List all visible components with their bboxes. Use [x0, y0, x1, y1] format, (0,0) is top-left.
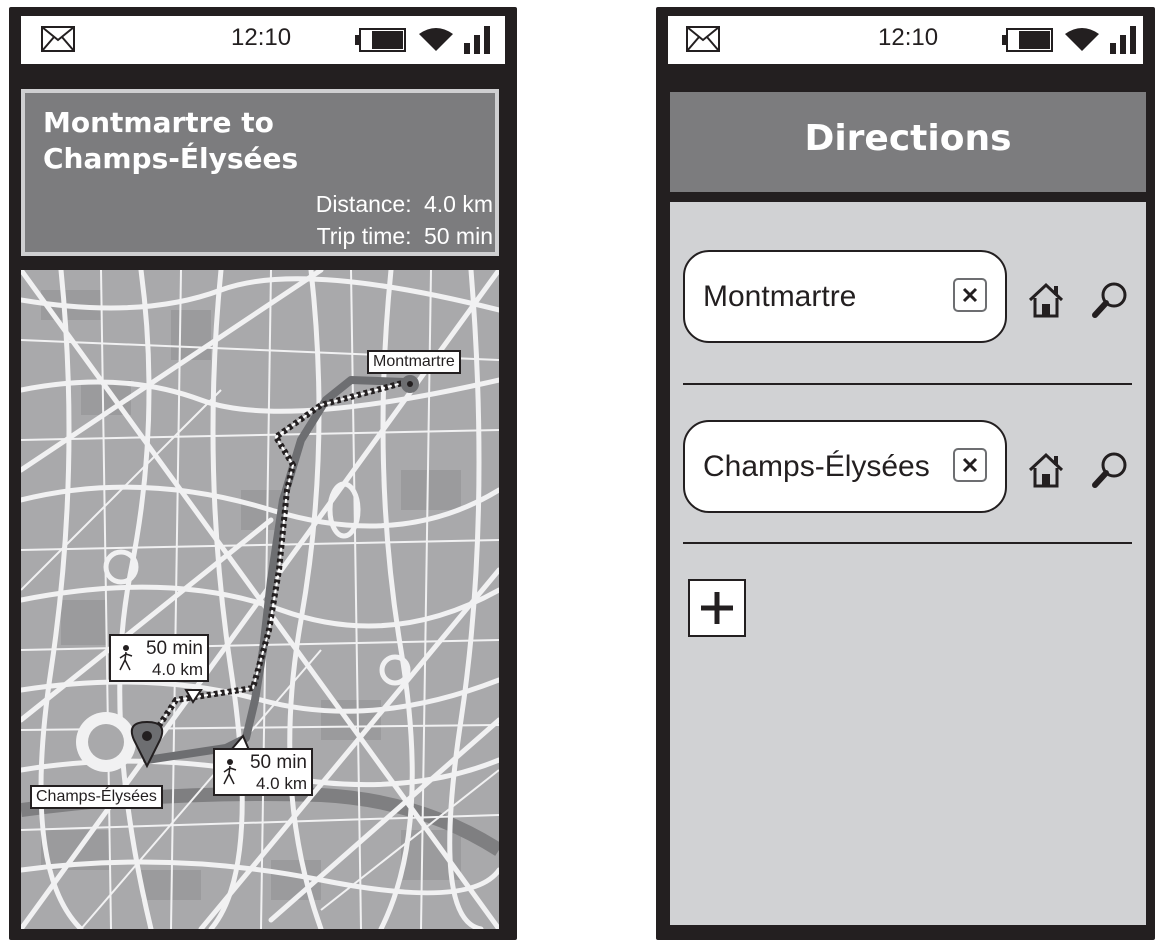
- signal-icon: [464, 26, 490, 54]
- directions-header: Directions: [670, 92, 1146, 192]
- clear-icon: [962, 457, 978, 473]
- origin-input-value: Montmartre: [703, 280, 857, 313]
- destination-label: Champs-Élysées: [30, 785, 163, 809]
- status-bar: 12:10: [21, 16, 505, 64]
- battery-icon: [1002, 28, 1053, 52]
- add-stop-button[interactable]: [688, 579, 746, 637]
- destination-input[interactable]: Champs-Élysées: [683, 420, 1007, 513]
- mail-icon: [41, 26, 75, 52]
- plus-icon: [701, 592, 733, 624]
- signal-icon: [1110, 26, 1136, 54]
- directions-title: Directions: [804, 118, 1012, 159]
- directions-panel: Montmartre Champs-Élysées: [670, 202, 1146, 925]
- distance-label: Distance:: [315, 191, 412, 217]
- route-option-solid[interactable]: 50 min 4.0 km: [213, 748, 313, 796]
- status-time: 12:10: [878, 24, 939, 51]
- origin-input[interactable]: Montmartre: [683, 250, 1007, 343]
- route-option-dashed[interactable]: 50 min 4.0 km: [109, 634, 209, 682]
- home-icon[interactable]: [1027, 452, 1065, 488]
- wifi-icon: [419, 28, 453, 51]
- walking-person-icon: [119, 645, 133, 671]
- clear-destination-button[interactable]: [953, 448, 987, 482]
- trip-time-label: Trip time:: [316, 223, 412, 249]
- status-time: 12:10: [231, 24, 292, 51]
- wifi-icon: [1065, 28, 1099, 51]
- divider: [683, 542, 1132, 544]
- route-option-distance: 4.0 km: [151, 660, 203, 679]
- status-bar: 12:10: [668, 16, 1143, 64]
- search-icon[interactable]: [1090, 280, 1130, 320]
- route-map[interactable]: Montmartre Champs-Élysées 50 min 4.0 km …: [21, 270, 499, 929]
- trip-time-row: Trip time: 50 min: [317, 223, 493, 250]
- battery-icon: [355, 28, 406, 52]
- origin-label: Montmartre: [367, 350, 461, 374]
- trip-time-value: 50 min: [423, 223, 493, 249]
- directions-phone-screen: 12:10 Directions Montmartre Champs-Élysé…: [656, 7, 1155, 940]
- home-icon[interactable]: [1027, 282, 1065, 318]
- search-icon[interactable]: [1090, 450, 1130, 490]
- clear-origin-button[interactable]: [953, 278, 987, 312]
- route-option-distance: 4.0 km: [255, 774, 307, 793]
- clear-icon: [962, 287, 978, 303]
- route-title: Montmartre to Champs-Élysées: [43, 106, 299, 175]
- mail-icon: [686, 26, 720, 52]
- route-phone-screen: 12:10 Montmartre to Champs-Élysées Dista…: [9, 7, 517, 940]
- divider: [683, 383, 1132, 385]
- walking-person-icon: [223, 759, 237, 785]
- distance-row: Distance: 4.0 km: [316, 191, 493, 218]
- distance-value: 4.0 km: [423, 191, 493, 217]
- route-summary-header: Montmartre to Champs-Élysées Distance: 4…: [21, 89, 499, 256]
- route-option-time: 50 min: [249, 752, 307, 773]
- destination-input-value: Champs-Élysées: [703, 450, 930, 483]
- route-option-time: 50 min: [145, 638, 203, 659]
